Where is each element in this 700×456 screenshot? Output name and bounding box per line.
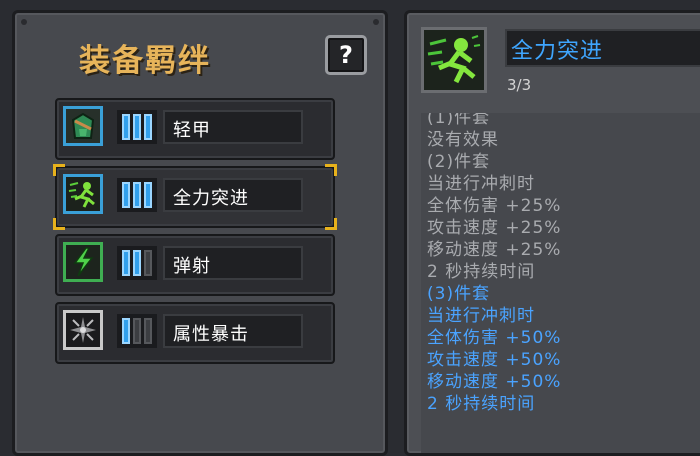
bond-item-light-armor[interactable]: 轻甲	[55, 98, 335, 160]
tier-bars	[117, 314, 157, 348]
description-line: 全体伤害 +25%	[427, 196, 562, 216]
bond-item-bounce[interactable]: 弹射	[55, 234, 335, 296]
bond-label: 全力突进	[173, 188, 249, 209]
description-line: 全体伤害 +50%	[427, 328, 562, 348]
selection-corner	[325, 218, 337, 230]
tier-bar	[122, 182, 130, 208]
description-line: 没有效果	[427, 130, 499, 150]
bounce-bolt-icon	[63, 242, 103, 282]
panel-bolt	[373, 19, 379, 25]
tier-bars	[117, 246, 157, 280]
description-line: 2 秒持续时间	[427, 262, 536, 282]
selection-corner	[325, 164, 337, 176]
tier-bar	[122, 318, 130, 344]
bond-description[interactable]: (1)件套 没有效果 (2)件套 当进行冲刺时 全体伤害 +25% 攻击速度 +25% 移动…	[421, 113, 700, 453]
description-lines: (1)件套 没有效果 (2)件套 当进行冲刺时 全体伤害 +25% 攻击速度 +25% 移动…	[427, 113, 561, 415]
bond-label: 属性暴击	[173, 324, 249, 345]
detail-name-box: 全力突进	[505, 29, 700, 67]
bond-item-full-dash[interactable]: 全力突进	[53, 164, 337, 230]
bond-label-box: 轻甲	[163, 110, 303, 144]
dash-runner-icon	[421, 27, 487, 93]
leaf-armor-icon	[63, 106, 103, 146]
bond-detail-panel: 全力突进 3/3 (1)件套 没有效果 (2)件套 当进行冲刺时 全体伤害 +25% 攻击…	[404, 10, 700, 456]
tier-bar	[133, 250, 141, 276]
tier-bar	[133, 114, 141, 140]
dash-runner-icon	[63, 174, 103, 214]
description-line: 当进行冲刺时	[427, 174, 535, 194]
tier-bar	[144, 318, 152, 344]
description-line: (1)件套	[427, 113, 491, 128]
description-line: 当进行冲刺时	[427, 306, 535, 326]
description-line: 2 秒持续时间	[427, 394, 536, 414]
tier-bar	[144, 114, 152, 140]
bond-list-panel: 装备羁绊 ? 轻甲 全力突进 弹射 属性暴击	[12, 10, 388, 456]
bond-label-box: 属性暴击	[163, 314, 303, 348]
description-line: 攻击速度 +25%	[427, 218, 562, 238]
bond-label-box: 弹射	[163, 246, 303, 280]
tier-bar	[122, 250, 130, 276]
panel-bolt	[21, 19, 27, 25]
tier-bar	[144, 250, 152, 276]
tier-bars	[117, 110, 157, 144]
description-line: (2)件套	[427, 152, 491, 172]
critical-burst-icon	[63, 310, 103, 350]
tier-bar	[122, 114, 130, 140]
tier-bar	[144, 182, 152, 208]
description-line: 移动速度 +25%	[427, 240, 562, 260]
bond-item-attribute-crit[interactable]: 属性暴击	[55, 302, 335, 364]
tier-bar	[133, 182, 141, 208]
description-line: 攻击速度 +50%	[427, 350, 562, 370]
detail-name: 全力突进	[511, 39, 604, 64]
description-line: 移动速度 +50%	[427, 372, 562, 392]
bond-label: 弹射	[173, 256, 211, 277]
selection-corner	[53, 218, 65, 230]
panel-title: 装备羁绊	[79, 43, 211, 79]
description-line: (3)件套	[427, 284, 491, 304]
tier-bars	[117, 178, 157, 212]
tier-bar	[133, 318, 141, 344]
bond-label-box: 全力突进	[163, 178, 303, 212]
bond-label: 轻甲	[173, 120, 211, 141]
help-button[interactable]: ?	[325, 35, 367, 75]
detail-progress: 3/3	[507, 76, 532, 94]
